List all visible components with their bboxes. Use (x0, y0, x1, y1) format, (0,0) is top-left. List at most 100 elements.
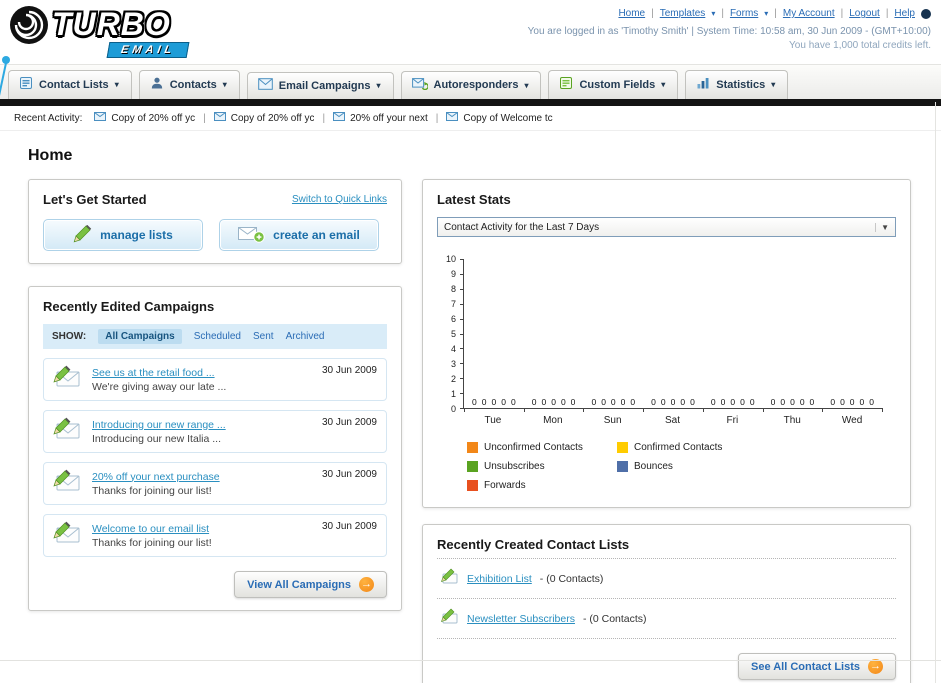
help-bubble-icon[interactable] (921, 8, 931, 19)
filter-scheduled[interactable]: Scheduled (194, 331, 241, 342)
contact-list-row[interactable]: Exhibition List - (0 Contacts) (437, 558, 896, 599)
statistics-icon (696, 76, 710, 93)
switch-quick-links-link[interactable]: Switch to Quick Links (292, 194, 387, 205)
campaign-row[interactable]: See us at the retail food ... We're givi… (43, 358, 387, 401)
recently-edited-campaigns-panel: Recently Edited Campaigns SHOW: All Camp… (28, 286, 402, 611)
envelope-icon (333, 112, 346, 124)
separator: | (885, 8, 889, 19)
chart-plot-area: 00000 00000 00000 00000 00000 00000 00000 (460, 259, 883, 412)
nav-home-link[interactable]: Home (618, 8, 645, 19)
campaign-subtitle: Thanks for joining our list! (92, 484, 212, 497)
separator: | (840, 8, 844, 19)
contact-list-count: - (0 Contacts) (539, 572, 604, 585)
x-tick-label: Fri (726, 415, 739, 426)
campaigns-panel-title: Recently Edited Campaigns (43, 299, 215, 314)
envelope-pencil-icon (53, 417, 83, 446)
right-edge-divider (935, 102, 936, 683)
x-tick-label: Sat (665, 415, 681, 426)
x-tick-label: Mon (543, 415, 563, 426)
campaign-row[interactable]: Introducing our new range ... Introducin… (43, 410, 387, 453)
contact-list-link[interactable]: Newsletter Subscribers (467, 613, 575, 625)
chart-x-labels: Tue Mon Sun Sat Fri Thu Wed (463, 415, 882, 426)
activity-item-text: Copy of 20% off yc (111, 112, 196, 124)
header-right: Home | Templates ▾ | Forms ▾ | My Accoun… (528, 4, 931, 64)
recent-activity-item[interactable]: Copy of 20% off yc (213, 112, 314, 124)
see-all-contact-lists-button[interactable]: See All Contact Lists → (737, 653, 896, 680)
campaign-title-link[interactable]: Introducing our new range ... (92, 419, 313, 431)
get-started-panel: Let's Get Started Switch to Quick Links … (28, 179, 402, 264)
chart-day-values: 00000 (531, 397, 576, 407)
recent-activity-item[interactable]: Copy of 20% off yc (94, 112, 195, 124)
view-all-campaigns-button[interactable]: View All Campaigns → (234, 571, 387, 598)
x-tick-label: Sun (603, 415, 622, 426)
view-all-campaigns-label: View All Campaigns (247, 578, 351, 591)
recent-activity-item[interactable]: 20% off your next (333, 112, 428, 124)
custom-fields-icon (559, 76, 573, 93)
legend-item: Unsubscribes (467, 461, 617, 472)
filter-all-campaigns[interactable]: All Campaigns (98, 329, 182, 344)
campaign-row[interactable]: Welcome to our email list Thanks for joi… (43, 514, 387, 557)
stats-view-dropdown[interactable]: Contact Activity for the Last 7 Days ▼ (437, 217, 896, 237)
campaign-title-link[interactable]: Welcome to our email list (92, 523, 313, 535)
tab-autoresponders[interactable]: Autoresponders ▾ (400, 71, 542, 99)
nav-logout-link[interactable]: Logout (849, 8, 880, 19)
main-content: Home Let's Get Started Switch to Quick L… (0, 131, 941, 683)
tab-custom-fields[interactable]: Custom Fields ▾ (548, 70, 679, 99)
recent-activity-item[interactable]: Copy of Welcome tc (446, 112, 553, 124)
campaign-title-link[interactable]: See us at the retail food ... (92, 367, 313, 379)
contact-list-row[interactable]: Newsletter Subscribers - (0 Contacts) (437, 599, 896, 639)
see-all-contact-lists-label: See All Contact Lists (750, 660, 860, 673)
campaign-title-link[interactable]: 20% off your next purchase (92, 471, 313, 483)
nav-help-link[interactable]: Help (894, 8, 915, 19)
left-column: Let's Get Started Switch to Quick Links … (28, 179, 402, 611)
create-email-label: create an email (273, 228, 360, 242)
tab-contact-lists[interactable]: Contact Lists ▾ (8, 70, 132, 99)
contact-lists-icon (19, 76, 33, 93)
envelope-icon (446, 112, 459, 124)
chart-day-values: 00000 (472, 397, 516, 407)
manage-lists-button[interactable]: manage lists (43, 219, 203, 251)
nav-templates-link[interactable]: Templates (660, 8, 706, 19)
chevron-down-icon: ▾ (661, 80, 666, 89)
filter-archived[interactable]: Archived (286, 331, 325, 342)
campaign-row[interactable]: 20% off your next purchase Thanks for jo… (43, 462, 387, 505)
tab-label: Autoresponders (433, 79, 519, 91)
recent-activity-label: Recent Activity: (14, 112, 83, 124)
footer-divider (0, 660, 941, 661)
tab-statistics[interactable]: Statistics ▾ (685, 70, 789, 99)
nav-my-account-link[interactable]: My Account (783, 8, 835, 19)
create-email-button[interactable]: create an email (219, 219, 379, 251)
y-tick-label: 8 (450, 284, 456, 294)
arrow-right-icon: → (359, 577, 374, 592)
main-nav-tabs: Contact Lists ▾ Contacts ▾ Email Campaig… (0, 64, 941, 99)
chart-values-row: 00000 00000 00000 00000 00000 00000 00000 (464, 397, 882, 407)
nav-forms-link[interactable]: Forms (730, 8, 758, 19)
envelope-pencil-icon (53, 521, 83, 550)
tab-email-campaigns[interactable]: Email Campaigns ▾ (246, 72, 394, 99)
logo-text: TURBO (52, 6, 171, 42)
campaign-subtitle: We're giving away our late ... (92, 380, 227, 393)
legend-swatch (617, 442, 628, 453)
contact-list-count: - (0 Contacts) (582, 612, 647, 625)
chevron-down-icon: ▾ (524, 80, 529, 90)
legend-swatch (617, 461, 628, 472)
manage-lists-label: manage lists (100, 228, 173, 242)
campaign-date: 30 Jun 2009 (321, 417, 377, 428)
contact-list-link[interactable]: Exhibition List (467, 573, 532, 585)
filter-sent[interactable]: Sent (253, 331, 274, 342)
campaigns-filter-bar: SHOW: All Campaigns Scheduled Sent Archi… (43, 324, 387, 349)
credits-info: You have 1,000 total credits left. (789, 40, 931, 51)
chevron-down-icon: ▾ (764, 9, 769, 18)
tab-label: Custom Fields (579, 78, 656, 91)
campaign-date: 30 Jun 2009 (321, 469, 377, 480)
legend-item: Confirmed Contacts (617, 442, 767, 453)
chart-day-values: 00000 (830, 397, 874, 407)
y-tick-label: 6 (450, 314, 456, 324)
chevron-down-icon: ▾ (711, 9, 716, 18)
show-label: SHOW: (52, 331, 87, 342)
envelope-plus-icon (238, 225, 265, 246)
campaign-date: 30 Jun 2009 (321, 365, 377, 376)
tab-contacts[interactable]: Contacts ▾ (138, 70, 240, 99)
page-title: Home (28, 147, 73, 164)
campaign-date: 30 Jun 2009 (321, 521, 377, 532)
